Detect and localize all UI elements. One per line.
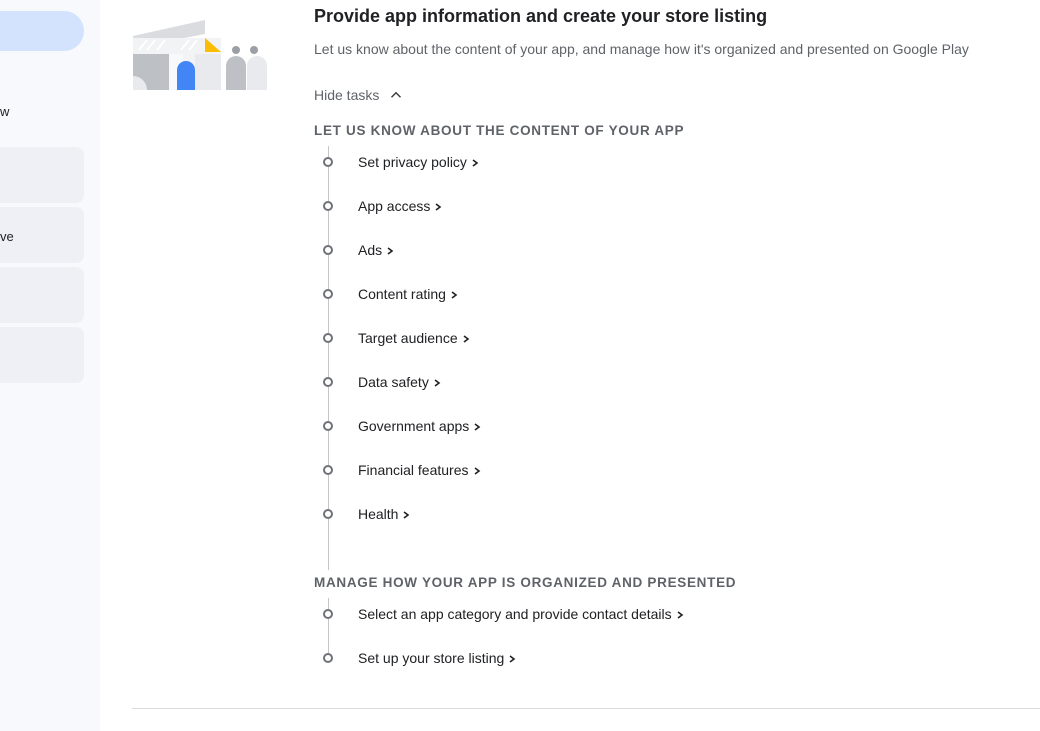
sidebar-item-label[interactable]: w — [0, 104, 9, 119]
page-title: Provide app information and create your … — [314, 6, 768, 26]
chevron-right-icon — [472, 159, 479, 167]
chevron-right-icon — [435, 203, 442, 211]
sidebar-card[interactable] — [0, 267, 84, 323]
task-label: Target audience — [358, 330, 458, 346]
chevron-right-icon — [387, 247, 394, 255]
task-label: Ads — [358, 242, 383, 258]
task-select-app-category[interactable]: Select an app category and provide conta… — [322, 602, 685, 626]
task-label: Content rating — [358, 286, 446, 302]
task-government-apps[interactable]: Government apps — [322, 414, 482, 438]
task-status-icon — [323, 289, 333, 299]
task-label: Financial features — [358, 462, 469, 478]
task-label: Data safety — [358, 374, 429, 390]
task-status-icon — [323, 377, 333, 387]
task-status-icon — [323, 421, 333, 431]
task-label: App access — [358, 198, 431, 214]
task-set-privacy-policy[interactable]: Set privacy policy — [322, 150, 480, 174]
task-status-icon — [323, 509, 333, 519]
task-content-rating[interactable]: Content rating — [322, 282, 459, 306]
sidebar-item-active[interactable] — [0, 11, 84, 51]
store-illustration — [133, 20, 267, 90]
task-financial-features[interactable]: Financial features — [322, 458, 482, 482]
task-set-up-store-listing[interactable]: Set up your store listing — [322, 646, 517, 670]
task-status-icon — [323, 333, 333, 343]
section-heading-organize: MANAGE HOW YOUR APP IS ORGANIZED AND PRE… — [314, 575, 737, 590]
task-label: Set privacy policy — [358, 154, 467, 170]
chevron-up-icon — [391, 91, 402, 98]
task-status-icon — [323, 465, 333, 475]
chevron-right-icon — [677, 611, 683, 619]
chevron-right-icon — [474, 467, 480, 475]
task-label: Set up your store listing — [358, 650, 505, 666]
hide-tasks-button[interactable]: Hide tasks — [314, 86, 405, 104]
section-heading-content: LET US KNOW ABOUT THE CONTENT OF YOUR AP… — [314, 123, 685, 138]
task-ads[interactable]: Ads — [322, 238, 395, 262]
sidebar-card[interactable] — [0, 327, 84, 383]
task-label: Health — [358, 506, 399, 522]
task-app-access[interactable]: App access — [322, 194, 443, 218]
chevron-right-icon — [403, 511, 410, 519]
hide-tasks-label: Hide tasks — [314, 87, 380, 103]
task-label: Government apps — [358, 418, 470, 434]
task-status-icon — [323, 157, 333, 167]
task-health[interactable]: Health — [322, 502, 411, 526]
task-status-icon — [323, 653, 333, 663]
task-data-safety[interactable]: Data safety — [322, 370, 442, 394]
sidebar-card[interactable] — [0, 147, 84, 203]
chevron-right-icon — [451, 291, 458, 299]
section-divider — [132, 708, 1040, 709]
page-subtitle: Let us know about the content of your ap… — [314, 41, 969, 57]
sidebar: w ve — [0, 0, 100, 731]
task-status-icon — [323, 245, 333, 255]
chevron-right-icon — [463, 335, 469, 343]
chevron-right-icon — [509, 655, 516, 663]
chevron-right-icon — [434, 379, 441, 387]
sidebar-item-label[interactable]: ve — [0, 229, 14, 244]
task-status-icon — [323, 201, 333, 211]
task-label: Select an app category and provide conta… — [358, 606, 672, 622]
chevron-right-icon — [474, 423, 481, 431]
task-target-audience[interactable]: Target audience — [322, 326, 471, 350]
task-status-icon — [323, 609, 333, 619]
